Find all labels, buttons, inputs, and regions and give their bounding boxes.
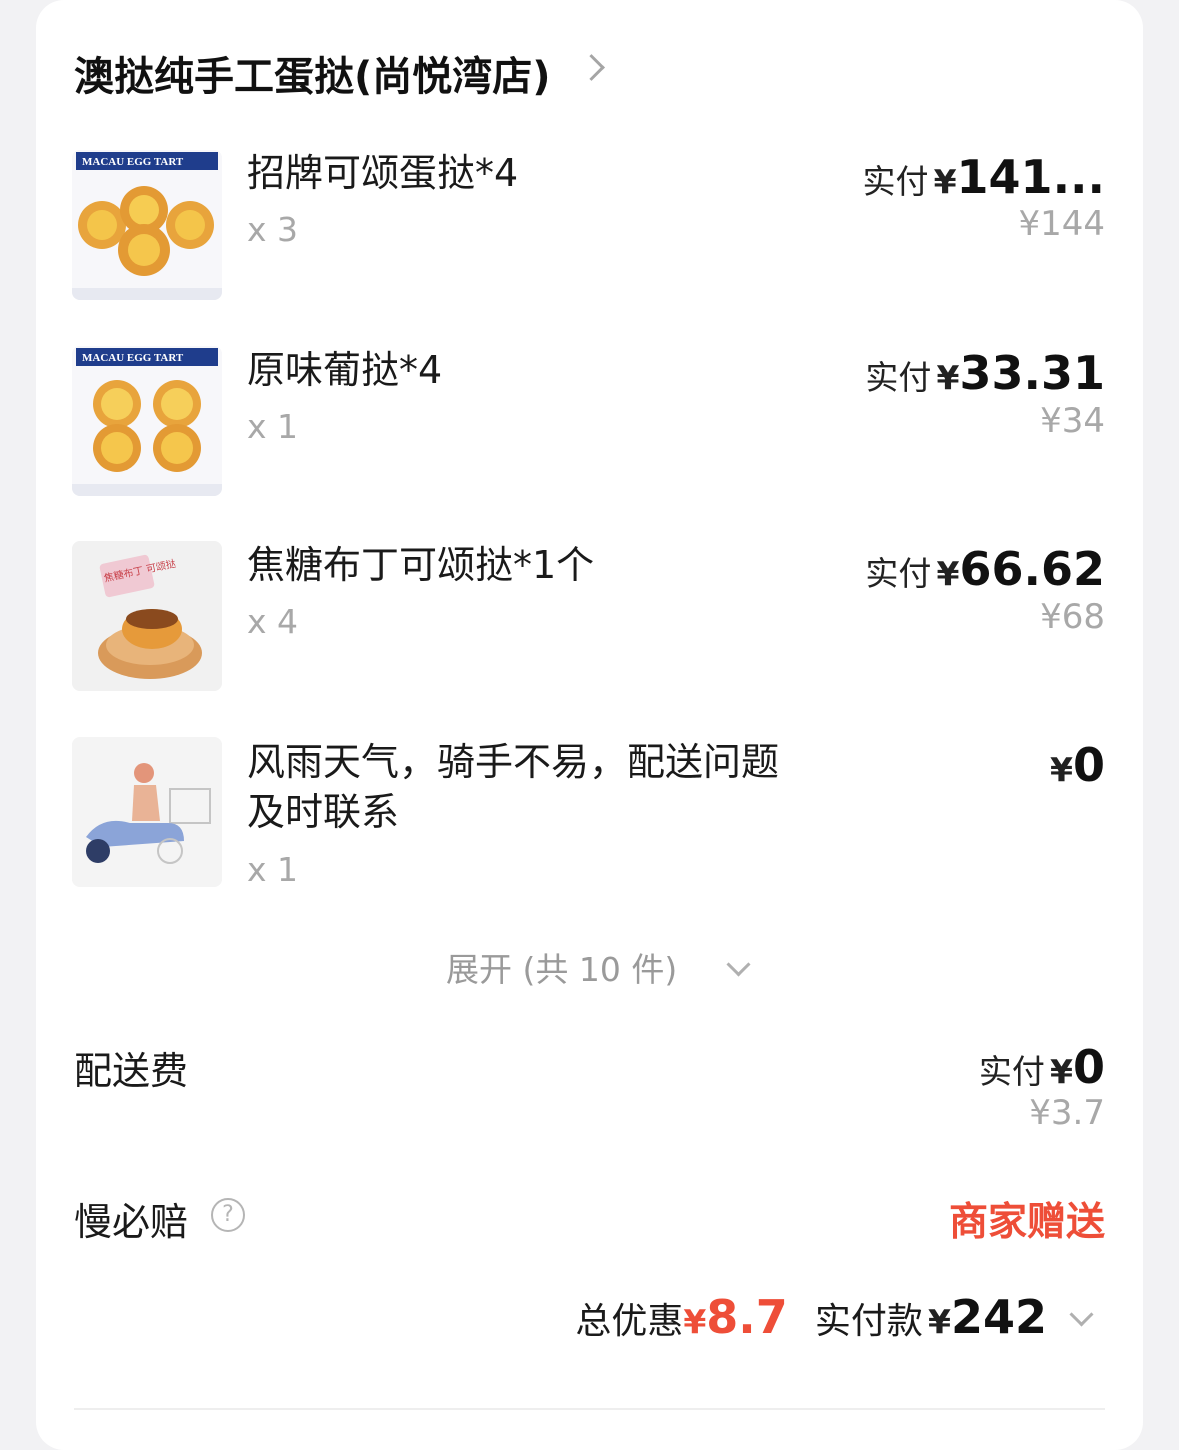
paid-label: 实付 [978, 1052, 1045, 1091]
delivery-fee-original-price: ¥3.7 [1029, 1093, 1105, 1133]
total-paid-label: 实付款 [814, 1301, 923, 1342]
order-card: 澳挞纯手工蛋挞(尚悦湾店) MACAU EGG TART 招牌可颂蛋挞*4 x … [36, 0, 1143, 1450]
currency-symbol: ¥ [1050, 1052, 1073, 1091]
egg-tart-box-image: MACAU EGG TART [72, 150, 222, 300]
original-price: ¥68 [1040, 597, 1105, 637]
item-thumbnail[interactable]: 焦糖布丁 可颂挞 [72, 541, 222, 691]
late-guarantee-value: 商家赠送 [948, 1200, 1105, 1245]
item-paid-price: 实付 ¥66.62 [865, 542, 1105, 596]
currency-symbol: ¥ [683, 1302, 707, 1341]
item-paid-price: 实付 ¥33.31 [865, 346, 1105, 400]
item-thumbnail[interactable] [72, 737, 222, 887]
paid-amount: 0 [1072, 738, 1105, 792]
currency-symbol: ¥ [933, 162, 957, 201]
chevron-down-icon[interactable] [1069, 1302, 1094, 1327]
item-quantity: x 4 [247, 602, 299, 641]
expand-items-button[interactable]: 展开 (共 10 件) [446, 943, 751, 991]
chevron-right-icon[interactable] [578, 54, 605, 81]
paid-amount: 0 [1072, 1040, 1105, 1094]
total-discount-value: 8.7 [706, 1290, 788, 1344]
paid-amount: 33.31 [959, 346, 1105, 400]
item-paid-price: 实付 ¥141... [862, 150, 1105, 204]
delivery-rider-image [72, 737, 222, 887]
paid-label: 实付 [862, 162, 929, 201]
help-icon[interactable]: ? [211, 1198, 245, 1232]
item-name[interactable]: 原味葡挞*4 [247, 345, 442, 395]
item-thumbnail[interactable]: MACAU EGG TART [72, 150, 222, 300]
item-quantity: x 1 [247, 407, 299, 446]
store-name[interactable]: 澳挞纯手工蛋挞(尚悦湾店) [74, 44, 551, 102]
thumb-box-text: MACAU EGG TART [82, 156, 184, 168]
total-discount-label: 总优惠 [575, 1301, 684, 1342]
order-total-summary[interactable]: 总优惠¥8.7 实付款 ¥242 [575, 1290, 1047, 1344]
original-price: ¥34 [1040, 401, 1105, 441]
item-name-line: 及时联系 [247, 790, 400, 834]
item-name[interactable]: 招牌可颂蛋挞*4 [247, 148, 518, 198]
delivery-fee-paid: 实付 ¥0 [979, 1040, 1105, 1094]
expand-label: 展开 (共 10 件) [446, 950, 678, 989]
caramel-pudding-tart-image: 焦糖布丁 可颂挞 [72, 541, 222, 691]
item-name-line: 风雨天气，骑手不易，配送问题 [247, 740, 780, 784]
currency-symbol: ¥ [936, 554, 960, 593]
currency-symbol: ¥ [1050, 750, 1073, 789]
thumb-box-text: MACAU EGG TART [82, 352, 184, 364]
paid-label: 实付 [865, 358, 932, 397]
item-name[interactable]: 焦糖布丁可颂挞*1个 [247, 540, 594, 590]
currency-symbol: ¥ [928, 1302, 951, 1341]
item-paid-price: ¥0 [1050, 738, 1105, 792]
item-quantity: x 1 [247, 850, 299, 889]
paid-amount: 66.62 [959, 542, 1105, 596]
paid-label: 实付 [865, 554, 932, 593]
total-paid-value: 242 [950, 1290, 1047, 1344]
original-price: ¥144 [1018, 204, 1105, 244]
item-quantity: x 3 [247, 210, 299, 249]
delivery-fee-label: 配送费 [74, 1049, 189, 1093]
item-name[interactable]: 风雨天气，骑手不易，配送问题 及时联系 [247, 737, 867, 837]
divider [74, 1408, 1105, 1410]
currency-symbol: ¥ [936, 358, 960, 397]
egg-tart-box-image: MACAU EGG TART [72, 346, 222, 496]
late-guarantee-label: 慢必赔 [74, 1200, 189, 1244]
item-thumbnail[interactable]: MACAU EGG TART [72, 346, 222, 496]
chevron-down-icon [726, 952, 751, 977]
paid-amount: 141... [956, 150, 1105, 204]
